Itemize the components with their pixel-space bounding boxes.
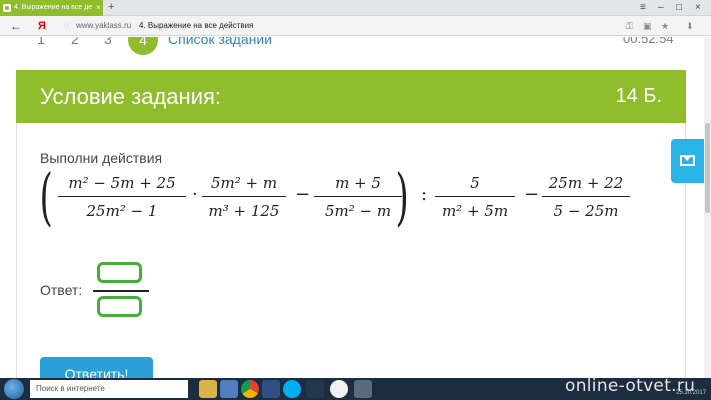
yandex-logo-icon[interactable]: Я: [38, 16, 46, 36]
taskbar-app-icon[interactable]: [220, 380, 238, 398]
bookmark-star-icon[interactable]: ★: [661, 16, 669, 36]
close-window-button[interactable]: ×: [695, 0, 701, 16]
timer: 00:52:54: [623, 37, 674, 46]
fraction-3: m + 5 5m² − m: [314, 174, 402, 220]
fraction-5-bar: [542, 196, 630, 197]
fraction-4-bar: [435, 196, 515, 197]
feedback-tab[interactable]: [671, 139, 704, 183]
site-info-icon[interactable]: ◌: [64, 16, 69, 36]
skype-icon[interactable]: [283, 380, 301, 398]
browser-menu-icon[interactable]: ≡: [640, 0, 646, 16]
extension-icon[interactable]: ▣: [643, 16, 652, 36]
answer-numerator-input[interactable]: [97, 262, 142, 283]
fraction-1-bar: [58, 196, 186, 197]
fraction-3-bar: [314, 196, 402, 197]
fraction-1-numerator: m² − 5m + 25: [68, 174, 176, 192]
answer-denominator-input[interactable]: [97, 296, 142, 317]
task-list-link[interactable]: Список заданий: [168, 37, 272, 47]
fraction-3-denominator: 5m² − m: [324, 202, 392, 220]
fraction-2: 5m² + m m³ + 125: [202, 174, 286, 220]
chrome-icon[interactable]: [241, 380, 259, 398]
fraction-2-numerator: 5m² + m: [210, 174, 278, 192]
taskbar-app-icon[interactable]: [354, 380, 372, 398]
yandex-browser-icon[interactable]: [330, 380, 348, 398]
new-tab-button[interactable]: +: [108, 0, 114, 15]
task-header: Условие задания: 14 Б.: [16, 70, 686, 123]
operator-divide: :: [421, 184, 428, 205]
page-title-text[interactable]: 4. Выражение на все действия: [139, 16, 253, 36]
right-paren: ): [395, 160, 409, 233]
fraction-5: 25m + 22 5 − 25m: [542, 174, 630, 220]
page-scrollbar[interactable]: [704, 37, 711, 378]
step-1[interactable]: 1: [37, 37, 45, 47]
maximize-button[interactable]: □: [676, 0, 682, 16]
fraction-2-denominator: m³ + 125: [208, 202, 280, 220]
address-bar-row: ← Я ◌ www.yaklass.ru 4. Выражение на все…: [0, 16, 711, 36]
fraction-5-numerator: 25m + 22: [548, 174, 624, 192]
tab-close-icon[interactable]: ×: [96, 0, 101, 16]
math-expression: ( m² − 5m + 25 25m² − 1 · 5m² + m m³ + 1…: [39, 160, 640, 238]
task-instruction: Выполни действия: [40, 150, 163, 166]
fraction-5-denominator: 5 − 25m: [553, 202, 619, 220]
step-2[interactable]: 2: [71, 37, 79, 47]
taskbar-search-input[interactable]: Поиск в интернете: [30, 380, 188, 398]
task-title: Условие задания:: [40, 84, 222, 109]
fraction-1: m² − 5m + 25 25m² − 1: [58, 174, 186, 220]
fraction-4-numerator: 5: [470, 174, 480, 192]
scrollbar-thumb[interactable]: [705, 123, 710, 213]
browser-tab-active[interactable]: 4. Выражение на все де ×: [0, 0, 103, 16]
site-favicon-icon: [3, 4, 11, 12]
fraction-3-numerator: m + 5: [335, 174, 381, 192]
operator-multiply: ·: [192, 184, 198, 205]
url-text[interactable]: www.yaklass.ru: [76, 16, 131, 36]
taskbar-date: 25.10.2017: [676, 390, 707, 396]
browser-tab-title: 4. Выражение на все де: [14, 4, 93, 11]
fraction-1-denominator: 25m² − 1: [86, 202, 158, 220]
key-icon[interactable]: ⚿: [626, 16, 633, 36]
task-progress-strip: 1 2 3 4 Список заданий 00:52:54: [0, 37, 711, 56]
windows-start-icon[interactable]: [4, 379, 24, 399]
minimize-button[interactable]: –: [658, 0, 664, 16]
step-current[interactable]: 4: [128, 37, 158, 55]
back-button[interactable]: ←: [10, 16, 22, 36]
fraction-4-denominator: m² + 5m: [441, 202, 509, 220]
fraction-2-bar: [202, 196, 286, 197]
answer-fraction-bar: [93, 290, 149, 292]
steam-icon[interactable]: [306, 380, 324, 398]
task-points: 14 Б.: [615, 85, 662, 107]
left-paren: (: [39, 160, 53, 233]
mail-icon: [680, 155, 695, 166]
fraction-4: 5 m² + 5m: [435, 174, 515, 220]
taskbar-app-icon[interactable]: [262, 380, 280, 398]
operator-minus-1: −: [295, 184, 311, 205]
operator-minus-2: −: [524, 184, 540, 205]
file-explorer-icon[interactable]: [199, 380, 217, 398]
answer-label: Ответ:: [40, 282, 83, 298]
step-3[interactable]: 3: [104, 37, 112, 47]
browser-tab-strip: 4. Выражение на все де × + ≡ – □ ×: [0, 0, 711, 16]
downloads-icon[interactable]: ⬇: [686, 16, 694, 36]
